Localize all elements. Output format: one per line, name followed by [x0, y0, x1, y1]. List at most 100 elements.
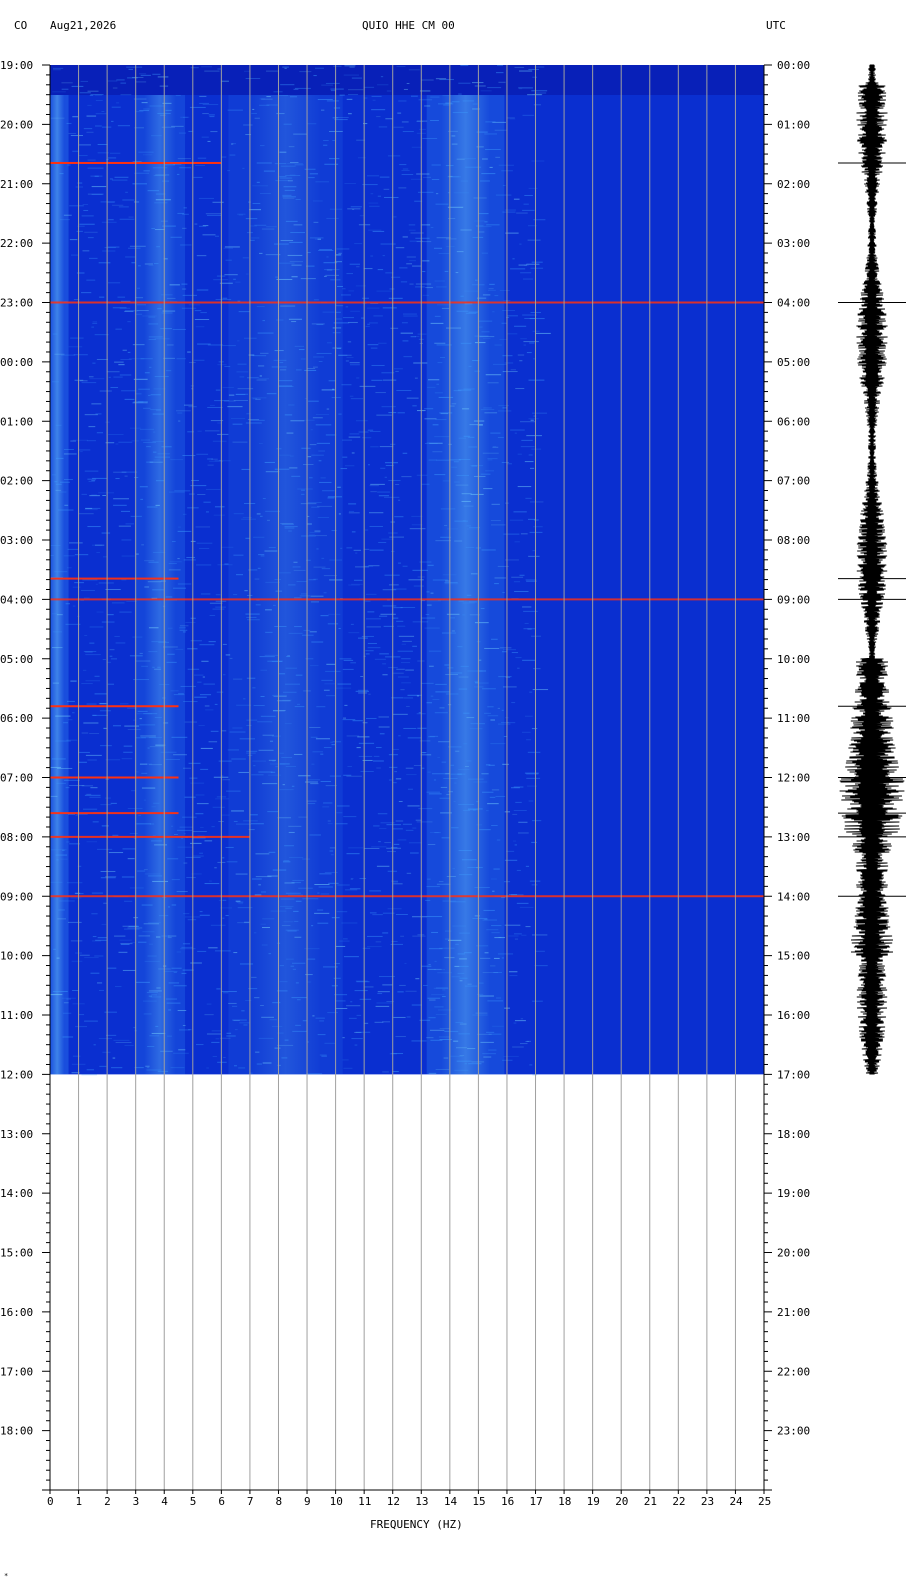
noise-speck: [354, 1044, 358, 1046]
noise-speck: [407, 737, 422, 739]
noise-speck: [355, 690, 370, 692]
noise-speck: [385, 118, 394, 120]
noise-speck: [325, 274, 340, 276]
noise-speck: [246, 677, 256, 679]
spectrogram-chart: CO Aug21,2026 QUIO HHE CM 00 UTC 19:0020…: [0, 19, 906, 1580]
noise-speck: [387, 908, 402, 910]
noise-speck: [256, 1063, 262, 1065]
noise-speck: [154, 376, 169, 378]
noise-speck: [259, 656, 275, 658]
noise-speck: [113, 498, 129, 500]
noise-speck: [181, 946, 193, 948]
noise-speck: [248, 209, 262, 211]
noise-speck: [468, 446, 478, 448]
noise-speck: [173, 1052, 189, 1054]
noise-speck: [522, 606, 532, 608]
noise-speck: [107, 683, 115, 685]
noise-speck: [436, 459, 450, 461]
noise-speck: [484, 133, 498, 135]
noise-speck: [491, 932, 500, 934]
noise-speck: [345, 306, 349, 308]
noise-speck: [170, 459, 184, 461]
noise-speck: [517, 354, 525, 356]
noise-speck: [91, 892, 103, 894]
noise-speck: [261, 891, 266, 893]
right-time-label: 13:00: [777, 831, 810, 844]
x-tick-label: 0: [47, 1495, 54, 1508]
noise-speck: [311, 323, 325, 325]
event-line-5: [50, 776, 179, 779]
x-tick-label: 11: [358, 1495, 371, 1508]
noise-speck: [63, 779, 80, 781]
noise-speck: [116, 79, 125, 81]
noise-speck: [94, 94, 102, 96]
noise-speck: [181, 283, 188, 285]
noise-speck: [436, 193, 439, 195]
noise-speck: [320, 615, 329, 617]
noise-speck: [124, 900, 133, 902]
noise-speck: [237, 340, 240, 342]
noise-speck: [50, 994, 63, 996]
noise-speck: [332, 332, 341, 334]
noise-speck: [261, 1016, 274, 1018]
noise-speck: [412, 935, 426, 937]
noise-speck: [336, 285, 344, 287]
noise-speck: [81, 493, 87, 495]
noise-speck: [394, 368, 403, 370]
noise-speck: [84, 794, 101, 796]
noise-speck: [490, 743, 506, 745]
noise-speck: [226, 861, 238, 863]
noise-speck: [351, 531, 356, 533]
noise-speck: [402, 640, 412, 642]
left-time-label: 17:00: [0, 1365, 33, 1378]
noise-speck: [448, 176, 461, 178]
noise-speck: [364, 847, 380, 849]
noise-speck: [88, 257, 98, 259]
noise-speck: [506, 333, 518, 335]
noise-speck: [335, 945, 346, 947]
noise-speck: [287, 254, 303, 256]
noise-speck: [346, 273, 354, 275]
noise-speck: [178, 526, 181, 528]
noise-speck: [252, 202, 261, 204]
noise-speck: [510, 369, 516, 371]
noise-speck: [67, 164, 71, 166]
noise-speck: [86, 440, 96, 442]
noise-speck: [284, 527, 295, 529]
noise-speck: [379, 176, 390, 178]
noise-speck: [301, 489, 305, 491]
noise-speck: [326, 217, 339, 219]
noise-speck: [328, 613, 341, 615]
noise-speck: [378, 342, 387, 344]
noise-speck: [485, 149, 501, 151]
noise-speck: [354, 1031, 362, 1033]
noise-speck: [314, 912, 330, 914]
noise-speck: [194, 223, 198, 225]
noise-speck: [293, 753, 303, 755]
noise-speck: [293, 88, 299, 90]
noise-speck: [119, 939, 132, 941]
noise-speck: [268, 851, 276, 853]
noise-speck: [135, 111, 144, 113]
noise-speck: [245, 77, 261, 79]
noise-speck: [497, 723, 511, 725]
noise-speck: [343, 317, 355, 319]
noise-speck: [101, 923, 107, 925]
noise-speck: [415, 237, 430, 239]
noise-speck: [149, 746, 165, 748]
noise-speck: [246, 752, 256, 754]
noise-speck: [462, 100, 474, 102]
noise-speck: [171, 541, 176, 543]
noise-speck: [459, 980, 463, 982]
noise-speck: [395, 1036, 406, 1038]
noise-speck: [314, 535, 327, 537]
noise-speck: [315, 413, 330, 415]
noise-speck: [125, 310, 139, 312]
noise-speck: [323, 144, 328, 146]
noise-speck: [348, 1017, 357, 1019]
noise-speck: [459, 965, 469, 967]
noise-speck: [273, 695, 287, 697]
noise-speck: [309, 173, 318, 175]
noise-speck: [436, 237, 451, 239]
noise-speck: [51, 647, 63, 649]
